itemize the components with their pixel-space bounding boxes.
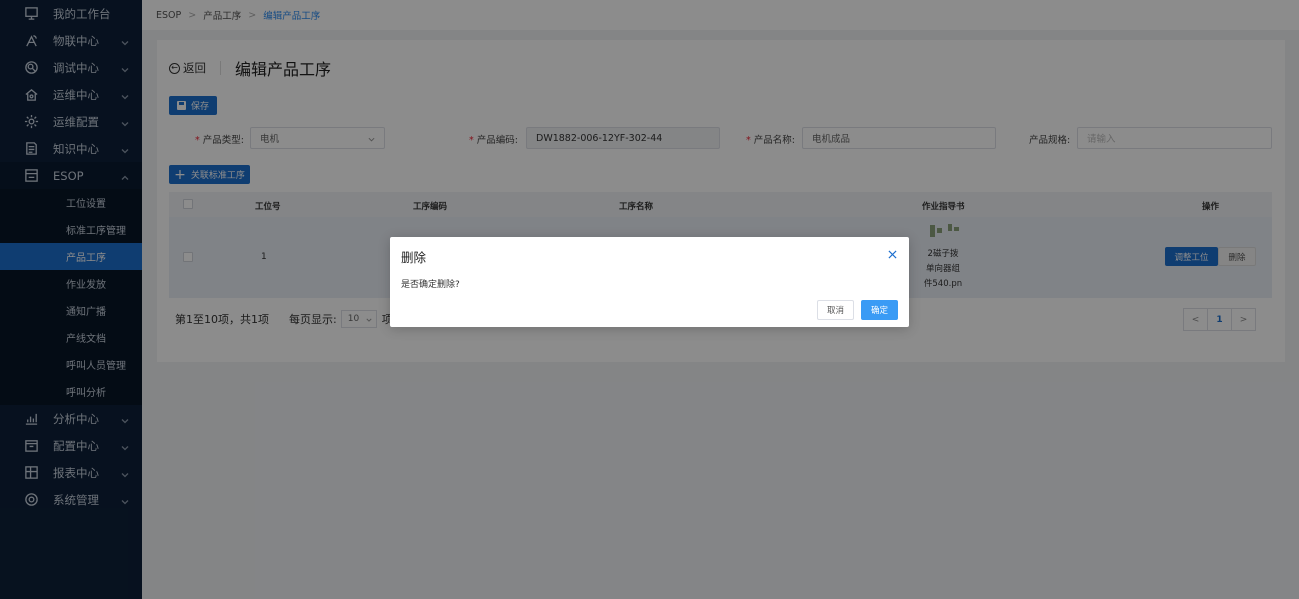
- dialog-title: 删除: [401, 250, 427, 265]
- delete-confirm-dialog: 删除 是否确定删除? 取消 确定: [390, 237, 909, 327]
- close-icon[interactable]: [888, 248, 898, 259]
- dialog-message: 是否确定删除?: [401, 280, 460, 290]
- cancel-button[interactable]: 取消: [817, 300, 854, 320]
- confirm-button[interactable]: 确定: [861, 300, 898, 320]
